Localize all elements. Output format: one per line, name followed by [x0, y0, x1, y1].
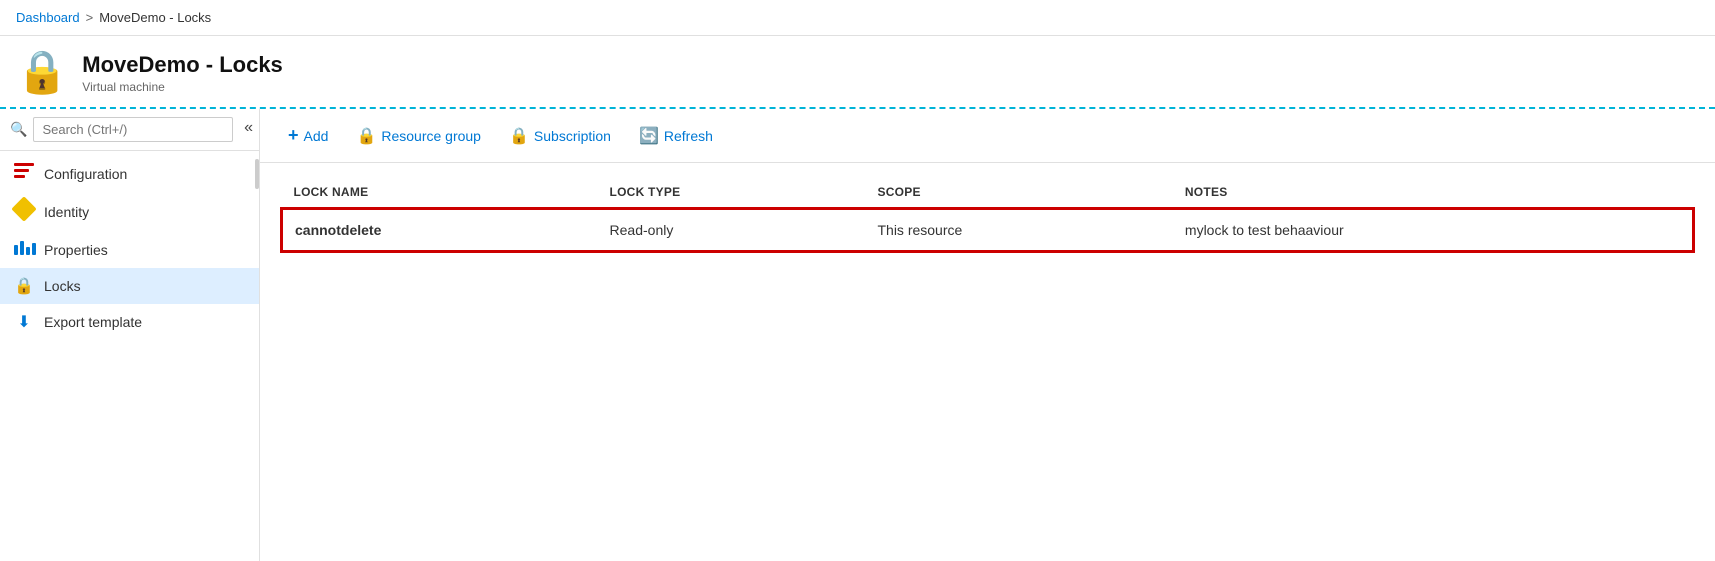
- col-lock-name: LOCK NAME: [282, 179, 598, 209]
- add-label: Add: [304, 128, 329, 144]
- breadcrumb-current: MoveDemo - Locks: [99, 10, 211, 25]
- page-header-lock-icon: 🔒: [16, 48, 68, 97]
- col-scope: SCOPE: [865, 179, 1172, 209]
- add-button[interactable]: + Add: [276, 119, 340, 152]
- cell-notes: mylock to test behaaviour: [1173, 209, 1694, 252]
- sidebar-item-configuration[interactable]: Configuration: [0, 155, 259, 192]
- collapse-button[interactable]: «: [244, 119, 253, 137]
- refresh-label: Refresh: [664, 128, 713, 144]
- sidebar-item-identity[interactable]: Identity: [0, 192, 259, 231]
- resource-group-button[interactable]: 🔒 Resource group: [344, 120, 493, 152]
- content-area: + Add 🔒 Resource group 🔒 Subscription 🔄 …: [260, 109, 1715, 561]
- page-subtitle: Virtual machine: [82, 80, 165, 94]
- cell-lock-name: cannotdelete: [282, 209, 598, 252]
- sidebar: 🔍 « Configuration Identity: [0, 109, 260, 561]
- table-header-row: LOCK NAME LOCK TYPE SCOPE NOTES: [282, 179, 1694, 209]
- subscription-label: Subscription: [534, 128, 611, 144]
- sidebar-item-label-identity: Identity: [44, 204, 89, 220]
- col-notes: NOTES: [1173, 179, 1694, 209]
- table-header: LOCK NAME LOCK TYPE SCOPE NOTES: [282, 179, 1694, 209]
- cell-lock-type: Read-only: [598, 209, 866, 252]
- sidebar-item-label-properties: Properties: [44, 242, 108, 258]
- add-icon: +: [288, 125, 299, 146]
- identity-icon: [14, 200, 34, 223]
- export-icon: ⬇: [14, 312, 34, 332]
- breadcrumb-separator: >: [86, 10, 94, 25]
- refresh-button[interactable]: 🔄 Refresh: [627, 120, 725, 152]
- refresh-icon: 🔄: [639, 126, 659, 146]
- breadcrumb-dashboard-link[interactable]: Dashboard: [16, 10, 80, 25]
- content-toolbar: + Add 🔒 Resource group 🔒 Subscription 🔄 …: [260, 109, 1715, 163]
- breadcrumb: Dashboard > MoveDemo - Locks: [0, 0, 1715, 36]
- sidebar-scrollbar[interactable]: [255, 159, 259, 189]
- main-layout: 🔍 « Configuration Identity: [0, 109, 1715, 561]
- cell-scope: This resource: [865, 209, 1172, 252]
- subscription-button[interactable]: 🔒 Subscription: [497, 120, 623, 152]
- configuration-icon: [14, 163, 34, 184]
- content-body: LOCK NAME LOCK TYPE SCOPE NOTES cannotde…: [260, 163, 1715, 561]
- sidebar-search-container: 🔍 «: [0, 109, 259, 151]
- resource-group-label: Resource group: [381, 128, 481, 144]
- locks-table: LOCK NAME LOCK TYPE SCOPE NOTES cannotde…: [280, 179, 1695, 253]
- sidebar-nav: Configuration Identity: [0, 151, 259, 561]
- col-lock-type: LOCK TYPE: [598, 179, 866, 209]
- subscription-lock-icon: 🔒: [509, 126, 529, 146]
- table-row[interactable]: cannotdelete Read-only This resource myl…: [282, 209, 1694, 252]
- properties-icon: [14, 239, 34, 260]
- page-title: MoveDemo - Locks: [82, 52, 283, 78]
- sidebar-item-label-locks: Locks: [44, 278, 81, 294]
- search-input[interactable]: [33, 117, 233, 142]
- locks-icon: 🔒: [14, 276, 34, 296]
- page-header: 🔒 MoveDemo - Locks Virtual machine: [0, 36, 1715, 109]
- table-body: cannotdelete Read-only This resource myl…: [282, 209, 1694, 252]
- sidebar-item-locks[interactable]: 🔒 Locks: [0, 268, 259, 304]
- sidebar-item-export-template[interactable]: ⬇ Export template: [0, 304, 259, 340]
- sidebar-item-label-export-template: Export template: [44, 314, 142, 330]
- sidebar-item-label-configuration: Configuration: [44, 166, 127, 182]
- search-icon: 🔍: [10, 121, 27, 138]
- sidebar-item-properties[interactable]: Properties: [0, 231, 259, 268]
- resource-group-lock-icon: 🔒: [356, 126, 376, 146]
